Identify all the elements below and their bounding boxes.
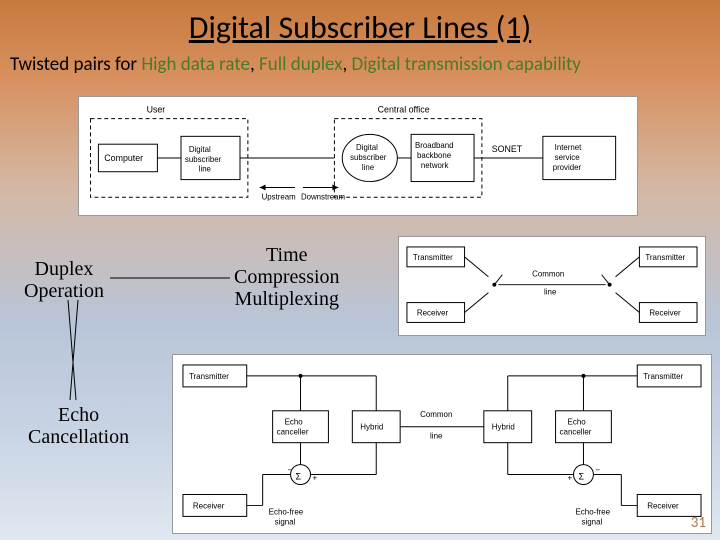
slide-subtitle: Twisted pairs for High data rate, Full d… [0,47,720,76]
diagram-label-downstream: Downstream [301,192,346,201]
svg-text:line: line [199,165,212,174]
svg-text:line: line [430,432,443,441]
label-tcm-line1: Time [234,244,340,266]
diagram-label-computer: Computer [104,153,143,163]
svg-text:Echo: Echo [568,418,587,427]
svg-text:canceller: canceller [277,428,309,437]
label-echo-line1: Echo [28,404,129,426]
subtitle-sep-2: , [342,53,351,76]
subtitle-green-1: High data rate [141,53,250,76]
svg-text:subscriber: subscriber [350,153,387,162]
echo-rx-right: Receiver [647,501,679,510]
svg-text:Echo-free: Echo-free [269,507,304,516]
echo-hybrid-left: Hybrid [360,423,383,432]
label-tcm-line3: Multiplexing [234,288,340,310]
echo-tx-right: Transmitter [643,372,683,381]
label-duplex-line2: Operation [24,280,104,302]
connector-duplex-to-tcm [110,270,240,290]
label-duplex-operation: Duplex Operation [24,258,104,302]
connector-duplex-to-echo [56,300,96,410]
svg-text:signal: signal [275,517,296,526]
svg-text:Common: Common [420,410,452,419]
label-echo-line2: Cancellation [28,426,129,448]
svg-text:−: − [595,466,600,475]
subtitle-green-2: Full duplex [259,53,342,76]
page-number: 31 [691,514,706,532]
subtitle-sep-1: , [250,53,259,76]
svg-text:line: line [544,288,557,297]
tcm-diagram: Transmitter Receiver Transmitter Receive… [398,236,706,336]
echo-cancellation-diagram: Transmitter Echo canceller Hybrid Common… [172,354,712,534]
diagram-label-user: User [147,105,166,115]
svg-text:provider: provider [553,163,582,172]
echo-tx-left: Transmitter [189,372,229,381]
slide-title: Digital Subscriber Lines (1) [0,0,720,47]
diagram-label-central: Central office [378,105,430,115]
subtitle-green-3: Digital transmission capability [352,53,582,76]
dsl-architecture-diagram: User Computer Digital subscriber line Up… [78,96,638,216]
label-tcm-line2: Compression [234,266,340,288]
svg-text:subscriber: subscriber [185,155,222,164]
tcm-tx-right: Transmitter [645,253,685,262]
echo-hybrid-right: Hybrid [492,423,515,432]
svg-text:network: network [421,161,449,170]
svg-text:canceller: canceller [560,428,592,437]
subtitle-prefix: Twisted pairs for [10,53,141,76]
svg-text:backbone: backbone [417,151,452,160]
svg-text:Internet: Internet [555,143,582,152]
diagram-label-sonet: SONET [492,144,523,154]
diagram-label-upstream: Upstream [262,192,297,201]
diagram-label-dsl-1: Digital [189,145,211,154]
svg-text:Σ: Σ [578,472,584,482]
svg-text:Common: Common [532,270,564,279]
tcm-rx-left: Receiver [417,308,449,317]
label-duplex-line1: Duplex [24,258,104,280]
svg-text:line: line [362,163,375,172]
svg-text:Echo-free: Echo-free [575,507,610,516]
svg-text:signal: signal [581,517,602,526]
svg-text:service: service [555,153,581,162]
label-echo-cancellation: Echo Cancellation [28,404,129,448]
svg-text:Broadband: Broadband [415,141,453,150]
svg-text:Echo: Echo [285,418,304,427]
svg-text:Σ: Σ [296,472,302,482]
label-time-compression-multiplexing: Time Compression Multiplexing [234,244,340,310]
tcm-tx-left: Transmitter [413,253,453,262]
echo-rx-left: Receiver [193,501,225,510]
svg-text:−: − [288,466,293,475]
svg-text:Digital: Digital [356,143,378,152]
tcm-rx-right: Receiver [649,308,681,317]
